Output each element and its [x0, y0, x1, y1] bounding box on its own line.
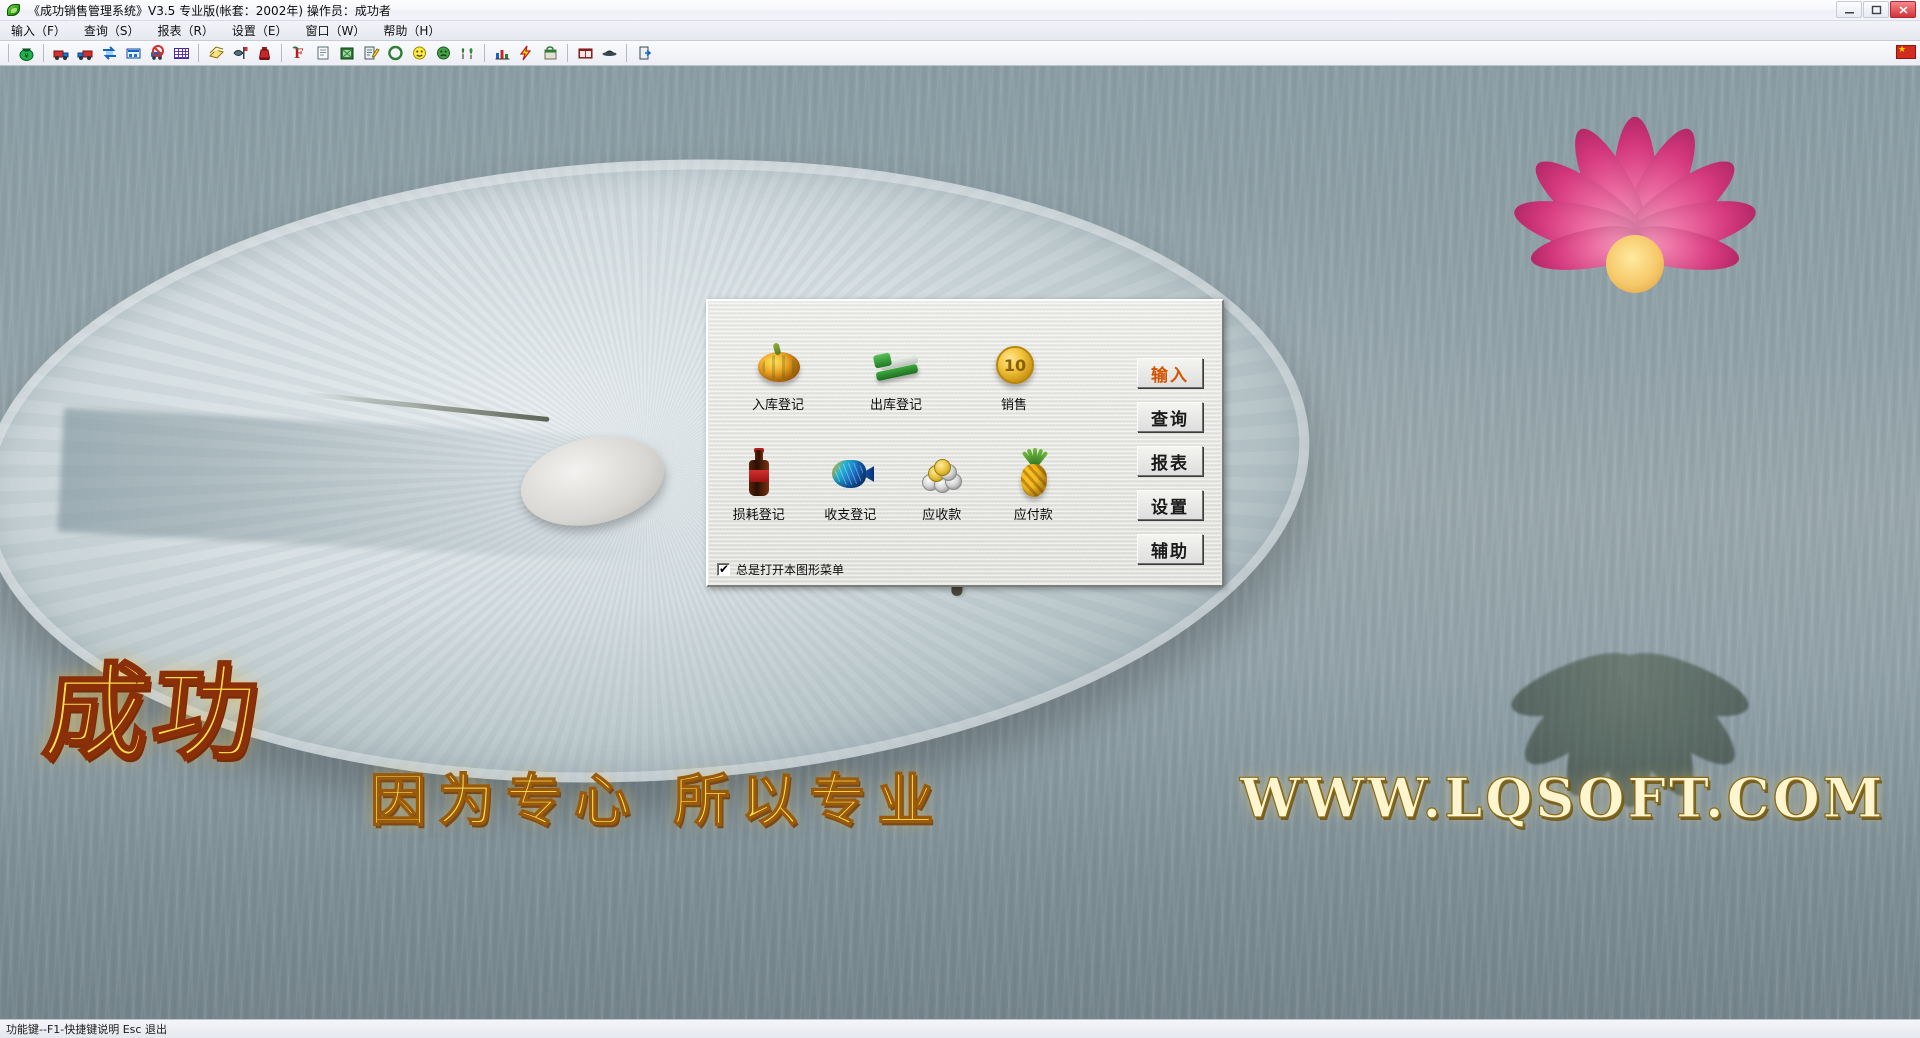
close-button[interactable] — [1890, 1, 1916, 18]
fish-flag-icon[interactable] — [229, 42, 251, 64]
graphic-menu-row-1: 入库登记 出库登记 10 销售 — [719, 314, 1079, 424]
stapler-icon — [870, 336, 922, 388]
side-button-report[interactable]: 报表 — [1137, 446, 1203, 476]
china-flag-icon[interactable] — [1896, 44, 1916, 59]
shopping-bag-icon[interactable] — [539, 42, 561, 64]
menu-item-outbound-register[interactable]: 出库登记 — [837, 314, 955, 424]
status-text: 功能键--F1-快捷键说明 Esc 退出 — [6, 1023, 167, 1036]
document-icon[interactable] — [312, 42, 334, 64]
status-bar: 功能键--F1-快捷键说明 Esc 退出 — [0, 1019, 1920, 1038]
brand-logo-text: 成功 — [37, 651, 269, 776]
always-open-checkbox[interactable] — [717, 562, 730, 576]
window-controls — [1835, 1, 1916, 18]
toolbar-separator — [198, 44, 199, 62]
money-bag-icon[interactable]: ¥ — [15, 42, 37, 64]
lightning-icon[interactable] — [515, 42, 537, 64]
graphic-menu-surface: 入库登记 出库登记 10 销售 损耗登记 收支登记 应收款 应付款 输入 查询 … — [709, 302, 1221, 584]
tropical-fish-icon — [824, 446, 876, 498]
toolbar: ¥ F — [0, 41, 1920, 66]
exchange-icon[interactable] — [98, 42, 120, 64]
menu-item-label: 出库登记 — [869, 398, 922, 413]
two-trees-icon[interactable] — [456, 42, 478, 64]
title-bar: 《成功销售管理系统》V3.5 专业版(帐套：2002年) 操作员：成功者 — [0, 0, 1920, 21]
coin-face-value: 10 — [996, 346, 1034, 384]
always-open-label: 总是打开本图形菜单 — [736, 563, 845, 577]
toolbar-separator — [43, 44, 44, 62]
pineapple-icon — [1007, 446, 1059, 498]
menu-item-sales[interactable]: 10 销售 — [955, 314, 1073, 424]
brand-website-url: WWW.LQSOFT.COM — [1239, 765, 1886, 830]
menu-item-receivables[interactable]: 应收款 — [896, 424, 988, 534]
smiley-yellow-icon[interactable] — [408, 42, 430, 64]
f-letter-icon[interactable]: F — [288, 42, 310, 64]
lotus-center — [1606, 235, 1664, 294]
lotus-flower-image — [1470, 96, 1800, 386]
building-icon[interactable] — [122, 42, 144, 64]
no-car-icon[interactable] — [146, 42, 168, 64]
paper-stack-icon[interactable] — [205, 42, 227, 64]
toolbar-separator — [8, 44, 9, 62]
menu-input[interactable]: 输入（F） — [2, 20, 75, 41]
grid-table-icon[interactable] — [170, 42, 192, 64]
cola-bottle-icon — [733, 446, 785, 498]
svg-text:F: F — [294, 47, 304, 61]
hat-icon[interactable] — [598, 42, 620, 64]
exit-door-icon[interactable] — [633, 42, 655, 64]
brand-slogan: 因为专心 所以专业 — [369, 767, 946, 835]
menu-item-payables[interactable]: 应付款 — [988, 424, 1080, 534]
menu-item-label: 应付款 — [1013, 508, 1053, 523]
truck-out-icon[interactable] — [74, 42, 96, 64]
side-button-settings[interactable]: 设置 — [1137, 490, 1203, 520]
menu-window[interactable]: 窗口（W） — [296, 20, 374, 41]
red-vase-icon[interactable] — [253, 42, 275, 64]
menu-item-label: 损耗登记 — [732, 508, 785, 523]
always-open-row[interactable]: 总是打开本图形菜单 — [717, 561, 844, 578]
menu-item-income-expense-register[interactable]: 收支登记 — [805, 424, 897, 534]
green-book-icon[interactable] — [336, 42, 358, 64]
toolbar-separator — [484, 44, 485, 62]
window-title: 《成功销售管理系统》V3.5 专业版(帐套：2002年) 操作员：成功者 — [28, 3, 391, 18]
svg-text:¥: ¥ — [24, 52, 29, 60]
toolbar-separator — [281, 44, 282, 62]
truck-in-icon[interactable] — [50, 42, 72, 64]
graphic-menu-side-buttons: 输入 查询 报表 设置 辅助 — [1137, 358, 1203, 564]
application-window: 《成功销售管理系统》V3.5 专业版(帐套：2002年) 操作员：成功者 输入（… — [0, 0, 1920, 1038]
silver-coins-icon — [916, 446, 968, 498]
maximize-button[interactable] — [1863, 1, 1889, 18]
menu-bar: 输入（F） 查询（S） 报表（R） 设置（E） 窗口（W） 帮助（H） — [0, 21, 1920, 41]
menu-item-label: 入库登记 — [751, 398, 804, 413]
pumpkin-icon — [752, 336, 804, 388]
cabinet-icon[interactable] — [574, 42, 596, 64]
minimize-button[interactable] — [1836, 1, 1862, 18]
menu-report[interactable]: 报表（R） — [149, 20, 223, 41]
toolbar-separator — [567, 44, 568, 62]
recycle-icon[interactable] — [384, 42, 406, 64]
menu-item-label: 收支登记 — [824, 508, 877, 523]
edit-note-icon[interactable] — [360, 42, 382, 64]
menu-item-inbound-register[interactable]: 入库登记 — [719, 314, 837, 424]
menu-settings[interactable]: 设置（E） — [223, 20, 297, 41]
gold-coin-icon: 10 — [988, 336, 1040, 388]
menu-item-label: 销售 — [1000, 398, 1027, 413]
toolbar-separator — [626, 44, 627, 62]
menu-item-label: 应收款 — [922, 508, 962, 523]
graphic-menu-grid: 入库登记 出库登记 10 销售 损耗登记 收支登记 应收款 应付款 — [719, 314, 1079, 534]
smiley-green-icon[interactable] — [432, 42, 454, 64]
side-button-query[interactable]: 查询 — [1137, 402, 1203, 432]
menu-help[interactable]: 帮助（H） — [374, 20, 449, 41]
green-leaf-icon — [6, 3, 22, 17]
side-button-input[interactable]: 输入 — [1137, 358, 1203, 388]
menu-query[interactable]: 查询（S） — [75, 20, 149, 41]
side-button-assist[interactable]: 辅助 — [1137, 534, 1203, 564]
graphic-menu-row-2: 损耗登记 收支登记 应收款 应付款 — [713, 424, 1079, 534]
bar-chart-icon[interactable] — [491, 42, 513, 64]
graphic-menu-dialog: 入库登记 出库登记 10 销售 损耗登记 收支登记 应收款 应付款 输入 查询 … — [706, 299, 1224, 587]
menu-item-loss-register[interactable]: 损耗登记 — [713, 424, 805, 534]
